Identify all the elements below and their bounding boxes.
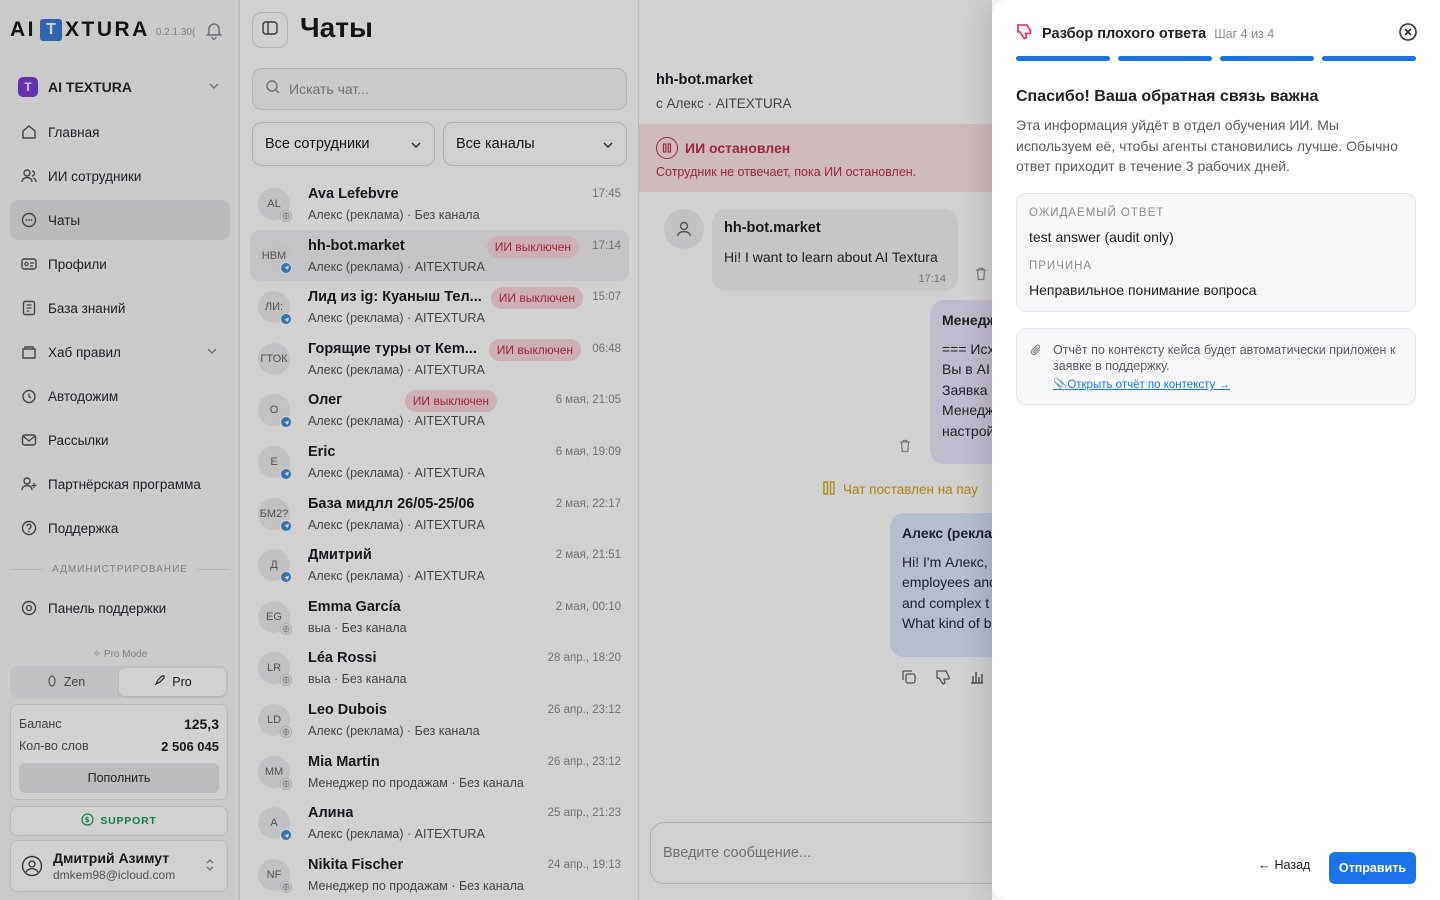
step-progress-segment xyxy=(1322,56,1416,61)
panel-description: Эта информация уйдёт в отдел обучения ИИ… xyxy=(1016,117,1398,174)
step-progress-segment xyxy=(1220,56,1314,61)
expected-answer-label: ОЖИДАЕМЫЙ ОТВЕТ xyxy=(1029,207,1165,219)
step-progress-segment xyxy=(1118,56,1212,61)
panel-step: Шаг 4 из 4 xyxy=(1214,26,1275,41)
context-report-card: Отчёт по контексту кейса будет автоматич… xyxy=(1016,328,1416,405)
reason-label: ПРИЧИНА xyxy=(1029,260,1093,272)
panel-header: Разбор плохого ответа Шаг 4 из 4 xyxy=(1016,22,1274,45)
step-progress xyxy=(1016,56,1416,62)
back-label: Назад xyxy=(1274,858,1311,872)
step-progress-segment xyxy=(1016,56,1110,61)
panel-title: Разбор плохого ответа xyxy=(1042,25,1207,42)
send-button[interactable]: Отправить xyxy=(1329,852,1416,884)
feedback-summary-card: ОЖИДАЕМЫЙ ОТВЕТ test answer (audit only)… xyxy=(1016,193,1416,312)
modal-overlay[interactable] xyxy=(0,0,992,900)
reason-value: Неправильное понимание вопроса xyxy=(1029,282,1257,298)
panel-heading: Спасибо! Ваша обратная связь важна xyxy=(1016,88,1319,105)
bad-answer-review-panel: Разбор плохого ответа Шаг 4 из 4 Спасибо… xyxy=(992,0,1440,900)
context-report-text: Отчёт по контексту кейса будет автоматич… xyxy=(1053,343,1396,374)
close-icon[interactable] xyxy=(1398,22,1418,42)
back-button[interactable]: ← Назад xyxy=(1258,858,1310,872)
paperclip-icon xyxy=(1029,343,1043,362)
arrow-left-icon: ← xyxy=(1258,858,1271,872)
expected-answer-value: test answer (audit only) xyxy=(1029,229,1174,245)
open-context-report-link[interactable]: 📎Открыть отчёт по контексту → xyxy=(1053,377,1230,391)
thumbs-down-icon xyxy=(1016,22,1034,45)
